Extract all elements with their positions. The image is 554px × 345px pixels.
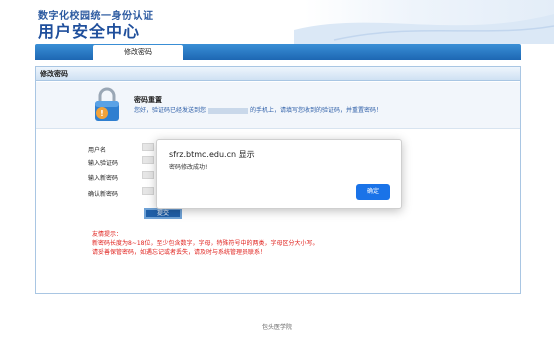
lock-icon: ! bbox=[95, 87, 119, 121]
dialog-ok-button[interactable]: 确定 bbox=[356, 184, 390, 200]
footer-text: 包头医学院 bbox=[261, 324, 292, 331]
friendly-tips: 友情提示： 新密码长度为8~18位，至少包含数字，字母，特殊符号中的两类，字母区… bbox=[92, 230, 318, 257]
tips-line-2: 请妥善保管密码，如遇忘记或者丢失，请及时与系统管理员联系！ bbox=[92, 249, 267, 256]
confirm-password-label: 确认新密码 bbox=[88, 191, 119, 198]
panel-title: 修改密码 bbox=[36, 67, 520, 81]
masked-phone bbox=[208, 107, 249, 114]
confirm-password-field[interactable] bbox=[142, 187, 154, 195]
new-password-label: 输入新密码 bbox=[88, 175, 119, 182]
site-title: 用户安全中心 bbox=[38, 22, 141, 41]
dialog-message: 密码修改成功! bbox=[169, 164, 208, 171]
alert-dialog: sfrz.btmc.edu.cn 显示 密码修改成功! 确定 bbox=[156, 139, 402, 209]
code-label: 输入验证码 bbox=[88, 160, 119, 167]
new-password-field[interactable] bbox=[142, 171, 154, 179]
reset-banner: ! 密码重置 您好，验证码已经发送到您 的手机上，请填写您收到的验证码，并重置密码… bbox=[36, 82, 520, 129]
banner-message: 您好，验证码已经发送到您 的手机上，请填写您收到的验证码，并重置密码！ bbox=[134, 105, 382, 114]
svg-text:!: ! bbox=[100, 109, 104, 118]
banner-text-after: 的手机上，请填写您收到的验证码，并重置密码！ bbox=[250, 107, 383, 114]
header-swoosh-decoration bbox=[294, 14, 554, 44]
username-field[interactable] bbox=[142, 143, 154, 151]
banner-text-before: 您好，验证码已经发送到您 bbox=[134, 107, 207, 114]
tips-line-1: 新密码长度为8~18位，至少包含数字，字母，特殊符号中的两类，字母区分大小写。 bbox=[92, 240, 319, 247]
dialog-title: sfrz.btmc.edu.cn 显示 bbox=[169, 150, 255, 159]
banner-title: 密码重置 bbox=[134, 96, 162, 104]
tab-change-password[interactable]: 修改密码 bbox=[93, 45, 183, 60]
submit-button[interactable]: 提交 bbox=[144, 208, 182, 219]
site-header: 数字化校园统一身份认证 用户安全中心 bbox=[0, 0, 554, 44]
code-field[interactable] bbox=[142, 156, 154, 164]
username-label: 用户名 bbox=[88, 147, 107, 154]
tips-title: 友情提示： bbox=[92, 231, 123, 238]
nav-bar: 修改密码 bbox=[35, 44, 521, 60]
